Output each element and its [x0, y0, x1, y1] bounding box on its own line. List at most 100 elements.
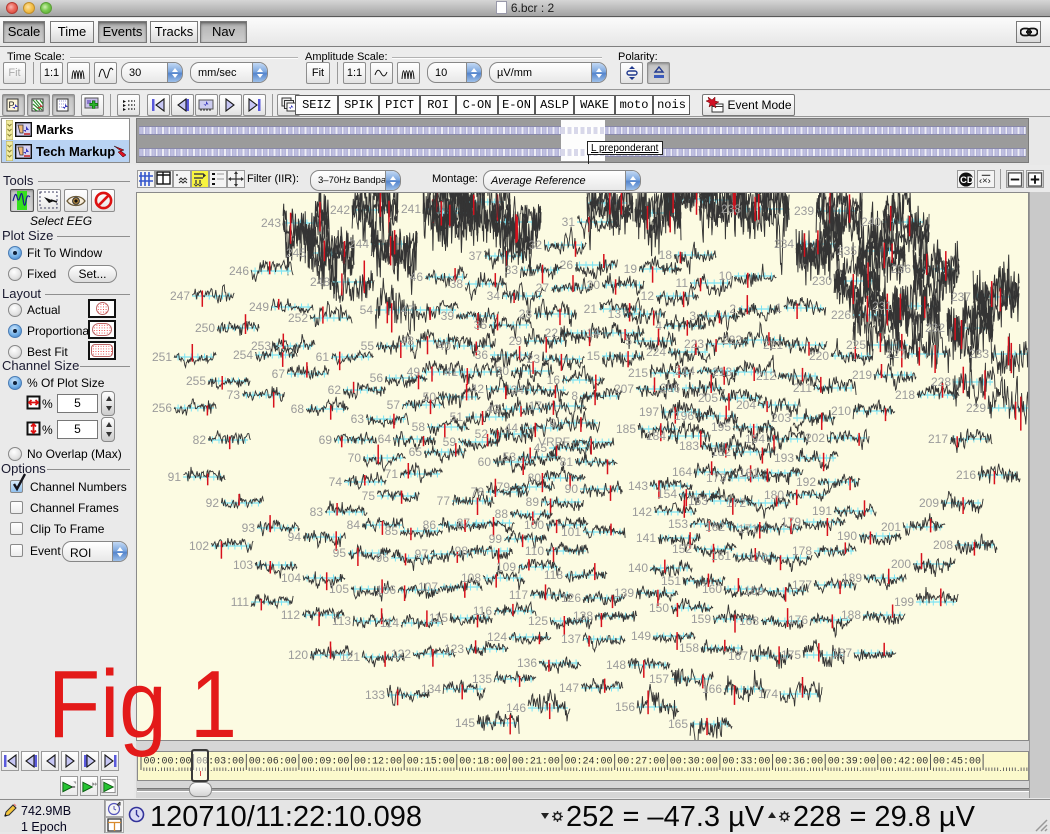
- svg-text:188: 188: [841, 608, 861, 622]
- svg-text:51: 51: [450, 410, 464, 424]
- svg-text:112: 112: [281, 608, 300, 622]
- svg-text:196: 196: [674, 409, 694, 423]
- svg-text:29: 29: [509, 334, 523, 348]
- svg-text:94: 94: [288, 530, 302, 544]
- svg-text:10: 10: [719, 269, 733, 283]
- svg-text:145: 145: [455, 716, 475, 730]
- svg-text:64: 64: [378, 432, 392, 446]
- svg-text:97: 97: [415, 547, 429, 561]
- svg-text:8: 8: [571, 389, 578, 403]
- svg-text:208: 208: [933, 538, 953, 552]
- svg-text:36: 36: [475, 348, 489, 362]
- svg-text:122: 122: [391, 647, 411, 661]
- svg-text:13: 13: [608, 307, 622, 321]
- svg-text:24: 24: [511, 383, 525, 397]
- svg-text:57: 57: [387, 398, 401, 412]
- svg-text:255: 255: [186, 374, 206, 388]
- svg-text:85: 85: [385, 524, 399, 538]
- svg-text:50: 50: [423, 390, 437, 404]
- svg-text:108: 108: [461, 571, 481, 585]
- svg-text:42: 42: [471, 382, 485, 396]
- svg-text:38: 38: [450, 277, 464, 291]
- svg-text:167: 167: [728, 649, 748, 663]
- svg-text:118: 118: [544, 568, 563, 582]
- svg-text:185: 185: [616, 422, 636, 436]
- svg-text:244: 244: [349, 237, 369, 251]
- svg-text:191: 191: [812, 504, 832, 518]
- svg-text:VRPF: VRPF: [538, 435, 570, 449]
- svg-text:234: 234: [774, 237, 794, 251]
- svg-text:213: 213: [712, 365, 732, 379]
- svg-text:159: 159: [691, 612, 711, 626]
- svg-text:99: 99: [489, 532, 503, 546]
- svg-text:22: 22: [545, 326, 559, 340]
- svg-text:100: 100: [524, 518, 544, 532]
- svg-text:139: 139: [614, 586, 634, 600]
- svg-text:91: 91: [168, 470, 182, 484]
- svg-text:219: 219: [852, 368, 872, 382]
- svg-text:140: 140: [628, 561, 648, 575]
- svg-text:00:15:00: 00:15:00: [407, 757, 455, 768]
- svg-text:251: 251: [152, 350, 172, 364]
- svg-text:00:09:00: 00:09:00: [301, 757, 349, 768]
- svg-text:205: 205: [698, 391, 718, 405]
- svg-text:124: 124: [487, 630, 507, 644]
- svg-text:160: 160: [702, 582, 722, 596]
- svg-text:202: 202: [805, 431, 825, 445]
- svg-text:231: 231: [872, 299, 892, 313]
- svg-text:68: 68: [291, 402, 305, 416]
- svg-text:5: 5: [625, 334, 632, 348]
- svg-text:30: 30: [496, 364, 510, 378]
- svg-text:254: 254: [233, 348, 253, 362]
- svg-text:137: 137: [561, 632, 581, 646]
- svg-text:240: 240: [861, 215, 881, 229]
- svg-text:35: 35: [474, 318, 488, 332]
- svg-text:153: 153: [668, 517, 688, 531]
- svg-text:00:18:00: 00:18:00: [459, 757, 507, 768]
- svg-text:CD: CD: [960, 173, 974, 184]
- svg-text:238: 238: [721, 202, 741, 216]
- svg-text:19: 19: [624, 262, 638, 276]
- svg-text:239: 239: [794, 204, 814, 218]
- svg-text:147: 147: [559, 681, 579, 695]
- svg-text:168: 168: [739, 614, 759, 628]
- svg-text:142: 142: [632, 505, 652, 519]
- svg-text:00:39:00: 00:39:00: [828, 757, 876, 768]
- svg-text:229: 229: [966, 401, 986, 415]
- svg-text:105: 105: [329, 582, 349, 596]
- svg-text:95: 95: [333, 546, 347, 560]
- svg-text:162: 162: [705, 520, 725, 534]
- svg-text:101: 101: [561, 525, 581, 539]
- svg-text:113: 113: [332, 614, 351, 628]
- svg-text:192: 192: [796, 475, 816, 489]
- svg-text:243: 243: [261, 216, 281, 230]
- svg-text:00:24:00: 00:24:00: [565, 757, 613, 768]
- svg-text:115: 115: [429, 611, 448, 625]
- svg-text:110: 110: [525, 544, 544, 558]
- svg-text:53: 53: [503, 450, 517, 464]
- svg-text:187: 187: [832, 646, 852, 660]
- svg-text:75: 75: [362, 489, 376, 503]
- svg-text:103: 103: [233, 558, 253, 572]
- svg-text:92: 92: [206, 496, 220, 510]
- svg-text:12: 12: [641, 289, 655, 303]
- svg-text:224: 224: [646, 345, 666, 359]
- svg-text:189: 189: [842, 571, 862, 585]
- svg-text:102: 102: [189, 539, 209, 553]
- svg-text:70: 70: [348, 451, 362, 465]
- svg-text:81: 81: [560, 455, 574, 469]
- svg-text:149: 149: [631, 629, 651, 643]
- svg-text:203: 203: [771, 411, 791, 425]
- svg-text:148: 148: [606, 658, 626, 672]
- svg-text:00:27:00: 00:27:00: [617, 757, 665, 768]
- svg-text:207: 207: [614, 382, 634, 396]
- svg-text:‹×›: ‹×›: [979, 174, 991, 185]
- svg-text:204: 204: [736, 398, 756, 412]
- svg-text:242: 242: [330, 203, 350, 217]
- svg-text:96: 96: [376, 551, 390, 565]
- svg-text:00:12:00: 00:12:00: [354, 757, 402, 768]
- svg-text:59: 59: [443, 435, 457, 449]
- svg-text:176: 176: [788, 613, 808, 627]
- svg-text:237: 237: [951, 290, 971, 304]
- svg-text:227: 227: [886, 347, 906, 361]
